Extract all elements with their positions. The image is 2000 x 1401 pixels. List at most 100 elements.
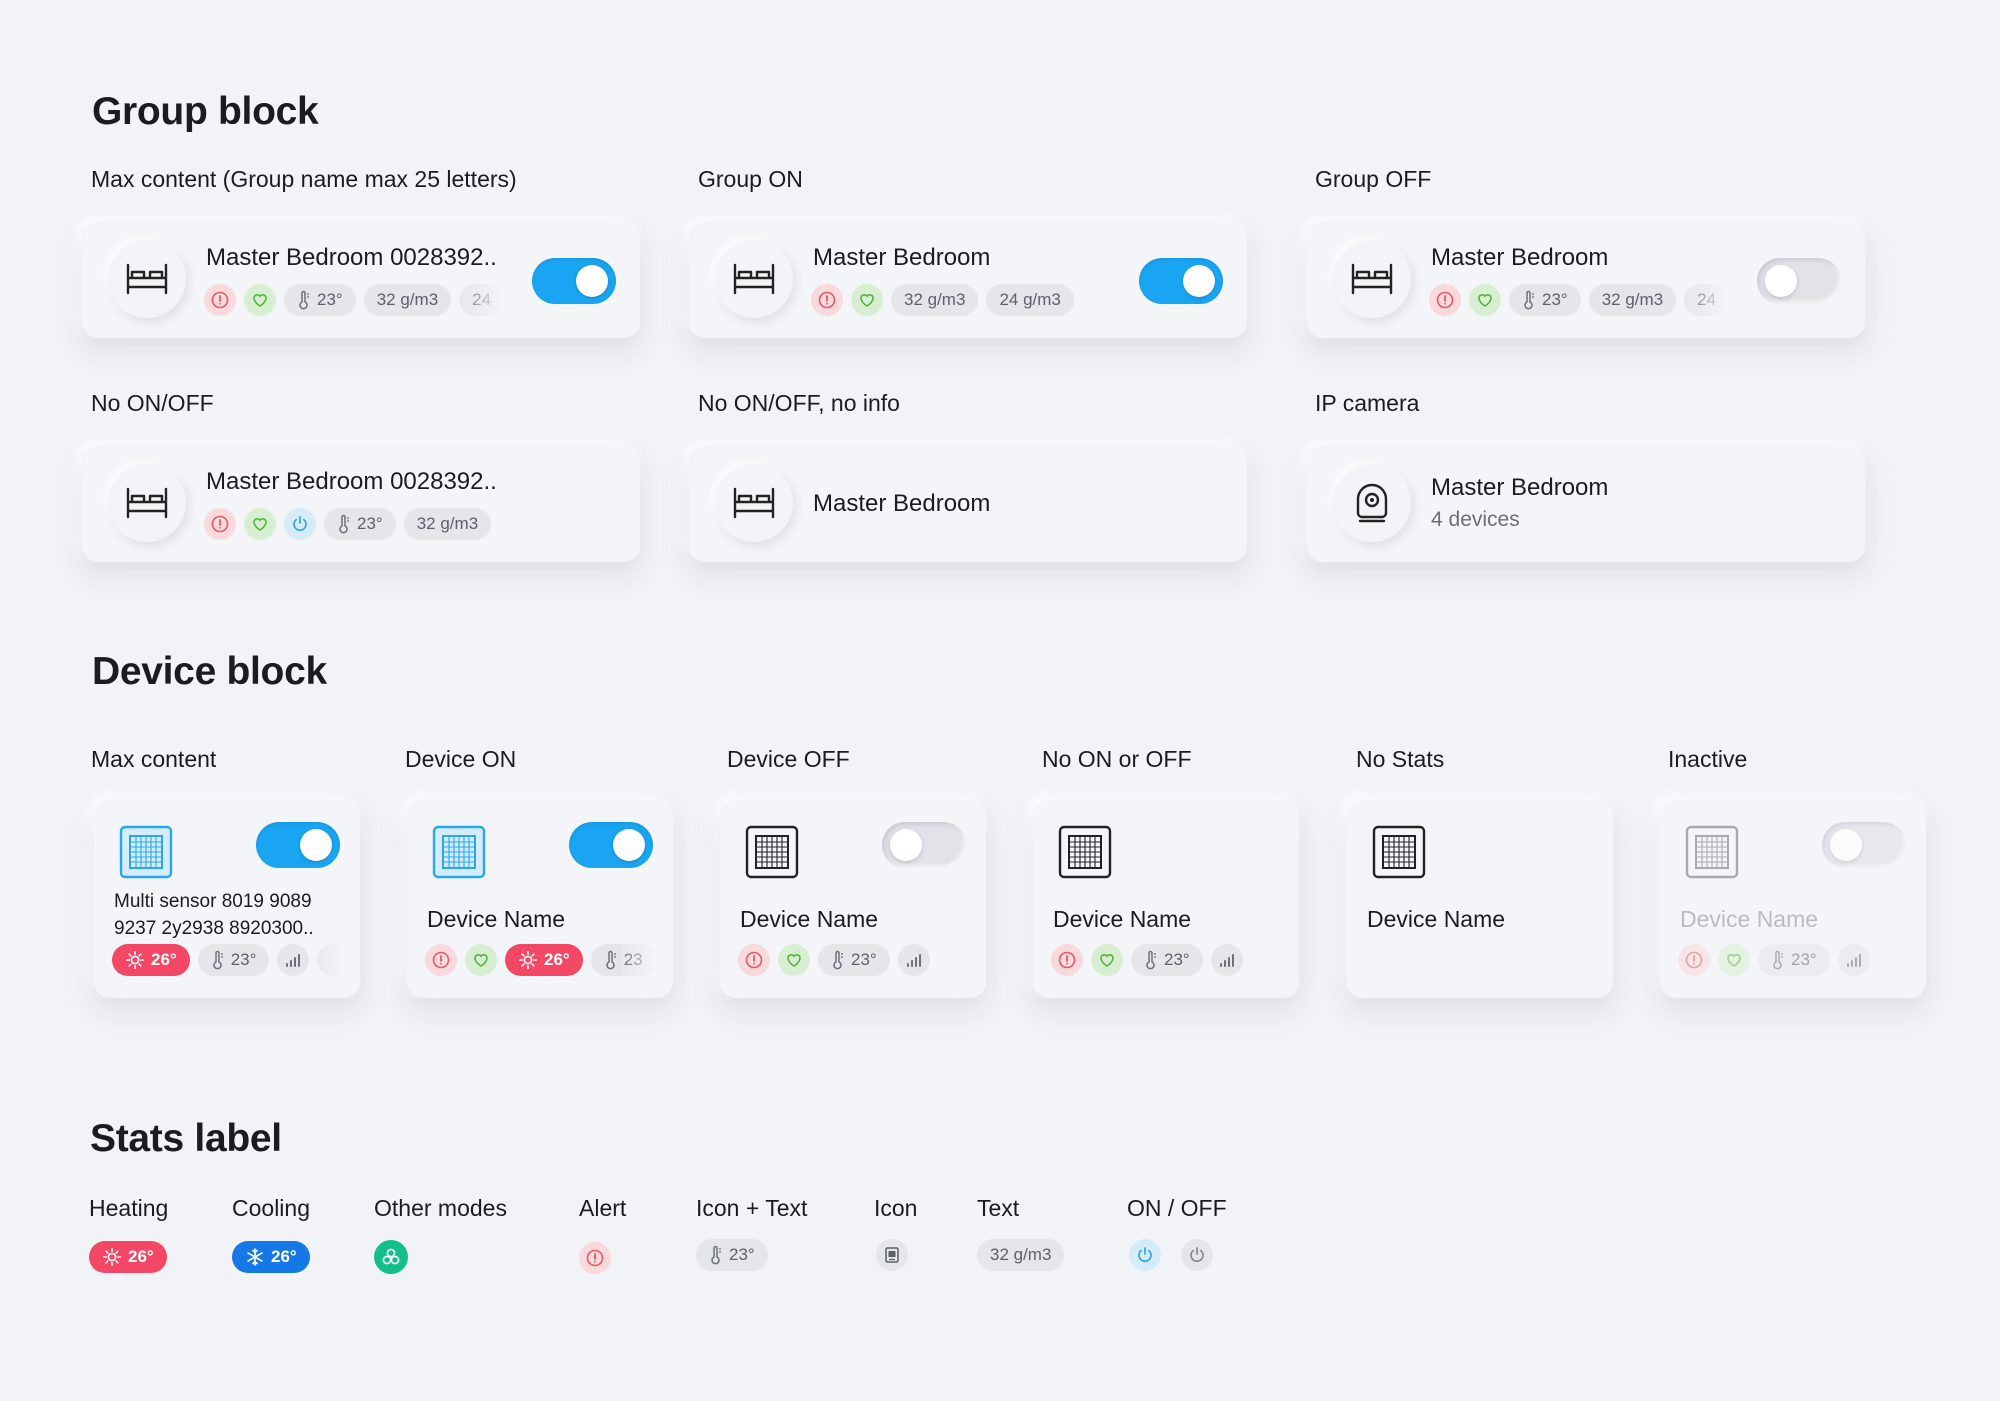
camera-icon: [1356, 483, 1388, 523]
thermometer-icon: [212, 950, 223, 970]
group-card-ip-camera[interactable]: Master Bedroom 4 devices: [1307, 446, 1865, 562]
bed-icon: [733, 487, 775, 519]
group-block-title: Group block: [92, 90, 319, 133]
sun-icon: [103, 1248, 121, 1266]
device-card-off[interactable]: Device Name 23°: [720, 800, 986, 998]
caption-cooling: Cooling: [232, 1195, 310, 1221]
device-count: 4 devices: [1431, 508, 1520, 531]
caption-device-off: Device OFF: [727, 746, 850, 772]
humidity-chip: 32 g/m3: [363, 284, 452, 316]
thermometer-icon: [1524, 290, 1534, 310]
device-icon: [876, 1239, 908, 1271]
group-card-off[interactable]: Master Bedroom 23° 32 g/m3 24: [1307, 222, 1865, 338]
power-on-icon: [1129, 1239, 1161, 1271]
device-toggle[interactable]: [569, 822, 653, 868]
caption-on-off: ON / OFF: [1127, 1195, 1227, 1221]
alert-icon: [1678, 944, 1710, 976]
group-icon-circle: [1333, 240, 1411, 318]
stats-row: 23° 32 g/m3: [204, 508, 534, 540]
caption-icon-text: Icon + Text: [696, 1195, 808, 1221]
caption-alert: Alert: [579, 1195, 627, 1221]
stats-row: 23°: [738, 944, 970, 976]
stats-row: 23°: [1051, 944, 1283, 976]
thermometer-icon: [605, 950, 616, 970]
alert-icon: [425, 944, 457, 976]
alert-icon: [579, 1242, 611, 1274]
signal-icon: [277, 944, 310, 976]
group-toggle[interactable]: [1139, 258, 1223, 304]
ac-unit-icon: [432, 825, 486, 879]
group-name: Master Bedroom: [1431, 244, 1609, 271]
thermometer-icon: [339, 514, 349, 534]
caption-no-on-off-no-info: No ON/OFF, no info: [698, 390, 900, 416]
thermometer-icon: [1773, 950, 1783, 970]
caption-text: Text: [977, 1195, 1020, 1221]
group-icon-circle: [108, 240, 186, 318]
bed-icon: [126, 487, 168, 519]
power-icon: [284, 508, 316, 540]
heating-sample: 26°: [89, 1241, 167, 1273]
stats-row: 23° 32 g/m3 24: [1429, 284, 1729, 316]
ac-unit-icon: [1685, 825, 1739, 879]
ac-unit-icon: [745, 825, 799, 879]
heart-icon: [1718, 944, 1750, 976]
group-name: Master Bedroom: [813, 490, 991, 517]
icon-text-sample: 23°: [696, 1239, 768, 1271]
humidity-chip: 32 g/m3: [1588, 284, 1677, 316]
temperature-chip: 23°: [1131, 944, 1203, 976]
caption-device-inactive: Inactive: [1668, 746, 1748, 772]
bed-icon: [1351, 263, 1393, 295]
stats-row: 26° 23°: [112, 944, 344, 976]
stats-row: 23°: [1678, 944, 1910, 976]
device-card-on[interactable]: Device Name 26° 23: [407, 800, 673, 998]
group-name: Master Bedroom: [1431, 474, 1609, 501]
device-card-no-stats[interactable]: Device Name: [1347, 800, 1613, 998]
device-card-max-content[interactable]: Multi sensor 8019 9089 9237 2y2938 89203…: [94, 800, 360, 998]
humidity-chip: 32 g/m3: [403, 508, 492, 540]
group-card-no-info[interactable]: Master Bedroom: [689, 446, 1247, 562]
caption-ip-camera: IP camera: [1315, 390, 1420, 416]
alert-sample: [579, 1242, 611, 1274]
alert-icon: [811, 284, 843, 316]
caption-heating: Heating: [89, 1195, 169, 1221]
snowflake-icon: [247, 1248, 263, 1266]
thermometer-icon: [711, 1245, 721, 1265]
device-name: Device Name: [740, 906, 879, 932]
text-sample: 32 g/m3: [977, 1239, 1065, 1271]
device-card-no-on-off[interactable]: Device Name 23°: [1033, 800, 1299, 998]
caption-group-on: Group ON: [698, 166, 803, 192]
group-toggle[interactable]: [532, 258, 616, 304]
temperature-chip: 23°: [696, 1239, 768, 1271]
device-toggle[interactable]: [882, 822, 966, 868]
group-toggle[interactable]: [1757, 258, 1841, 304]
ac-unit-icon: [1372, 825, 1426, 879]
device-toggle[interactable]: [256, 822, 340, 868]
alert-icon: [1051, 944, 1083, 976]
stats-row: 26° 23: [425, 944, 657, 976]
device-icon: [317, 944, 344, 976]
icon-sample: [876, 1239, 908, 1271]
group-name: Master Bedroom 0028392..: [206, 468, 497, 495]
thermometer-icon: [1146, 950, 1156, 970]
group-card-max-content[interactable]: Master Bedroom 0028392.. 23° 32 g/m3 24: [82, 222, 640, 338]
heart-icon: [1469, 284, 1501, 316]
stats-row: 23° 32 g/m3 24: [204, 284, 504, 316]
humidity-chip: 32 g/m3: [977, 1239, 1065, 1271]
group-icon-circle: [715, 464, 793, 542]
temperature-chip: 23°: [324, 508, 396, 540]
fan-icon: [374, 1240, 408, 1274]
alert-icon: [204, 284, 236, 316]
other-modes-sample: [374, 1240, 408, 1274]
caption-group-off: Group OFF: [1315, 166, 1432, 192]
heart-icon: [465, 944, 497, 976]
sun-icon: [126, 951, 144, 969]
extra-chip: 24: [459, 284, 504, 316]
group-card-on[interactable]: Master Bedroom 32 g/m3 24 g/m3: [689, 222, 1247, 338]
group-card-no-on-off[interactable]: Master Bedroom 0028392.. 23° 32 g/m3: [82, 446, 640, 562]
device-block-title: Device block: [92, 650, 327, 693]
thermometer-icon: [833, 950, 843, 970]
device-name: Device Name: [427, 906, 566, 932]
temperature-chip: 23°: [284, 284, 356, 316]
device-name: Device Name: [1053, 906, 1192, 932]
device-name: Multi sensor 8019 9089 9237 2y2938 89203…: [114, 891, 314, 939]
